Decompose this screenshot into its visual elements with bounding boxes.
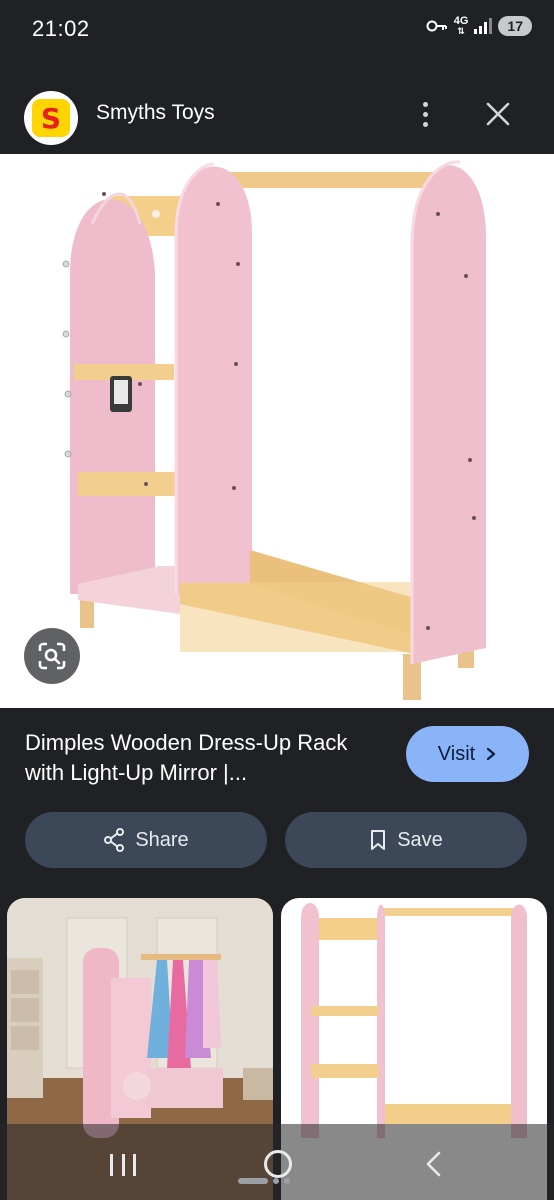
system-nav-bar bbox=[0, 1124, 554, 1200]
home-icon[interactable] bbox=[264, 1150, 292, 1178]
dress-up-rack-illustration bbox=[62, 160, 487, 700]
lens-button[interactable] bbox=[24, 628, 80, 684]
status-bar: 21:02 4G ⇅ 17 bbox=[0, 0, 554, 58]
logo-mark: S bbox=[32, 99, 70, 137]
save-button[interactable]: Save bbox=[285, 812, 527, 868]
close-icon[interactable] bbox=[480, 96, 516, 132]
product-image[interactable] bbox=[0, 154, 554, 708]
chevron-right-icon bbox=[487, 747, 496, 761]
lens-icon bbox=[38, 642, 66, 670]
battery-indicator: 17 bbox=[498, 16, 532, 36]
key-icon bbox=[426, 20, 447, 32]
more-vert-icon[interactable] bbox=[408, 94, 442, 134]
signal-icon bbox=[474, 18, 493, 34]
gesture-hint bbox=[238, 1178, 316, 1184]
visit-label: Visit bbox=[437, 742, 476, 765]
result-title[interactable]: Dimples Wooden Dress-Up Rack with Light-… bbox=[25, 728, 385, 788]
save-label: Save bbox=[397, 828, 443, 851]
network-indicator: 4G ⇅ bbox=[453, 15, 469, 37]
status-time: 21:02 bbox=[32, 16, 90, 41]
visit-button[interactable]: Visit bbox=[406, 726, 529, 782]
status-icons: 4G ⇅ 17 bbox=[426, 16, 532, 36]
bookmark-icon bbox=[371, 830, 386, 850]
share-label: Share bbox=[135, 828, 189, 851]
share-button[interactable]: Share bbox=[25, 812, 267, 868]
site-name[interactable]: Smyths Toys bbox=[96, 101, 215, 125]
share-icon bbox=[104, 828, 125, 852]
back-icon[interactable] bbox=[424, 1151, 444, 1177]
recent-apps-icon[interactable] bbox=[110, 1154, 136, 1176]
site-logo[interactable]: S bbox=[24, 91, 78, 145]
header: S Smyths Toys bbox=[0, 58, 554, 154]
